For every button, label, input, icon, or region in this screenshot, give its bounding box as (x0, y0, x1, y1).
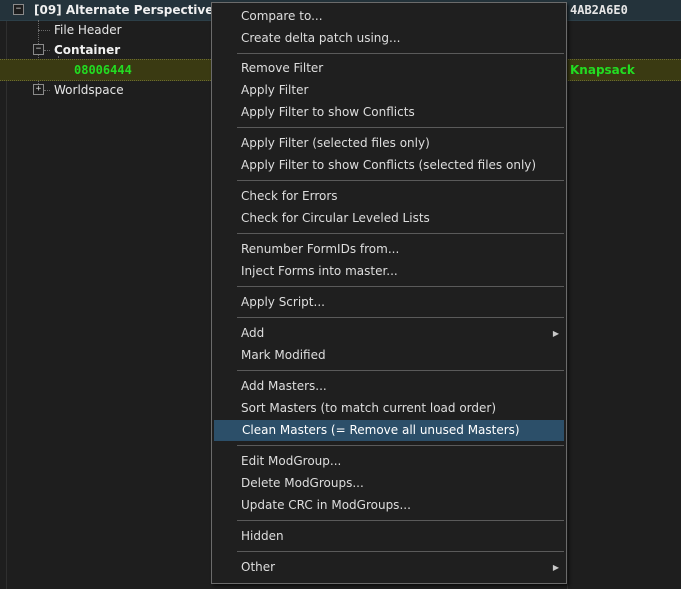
menu-item-apply-filter-conflicts[interactable]: Apply Filter to show Conflicts (213, 102, 565, 123)
menu-separator (237, 551, 564, 552)
plugin-crc: 4AB2A6E0 (570, 3, 628, 17)
menu-item-delete-modgroups[interactable]: Delete ModGroups... (213, 473, 565, 494)
menu-item-clean-masters[interactable]: Clean Masters (= Remove all unused Maste… (214, 420, 564, 441)
menu-item-hidden[interactable]: Hidden (213, 526, 565, 547)
menu-item-check-errors[interactable]: Check for Errors (213, 186, 565, 207)
menu-separator (237, 445, 564, 446)
menu-separator (237, 317, 564, 318)
submenu-arrow-icon: ▶ (552, 563, 559, 572)
menu-item-update-crc[interactable]: Update CRC in ModGroups... (213, 495, 565, 516)
menu-item-create-delta-patch[interactable]: Create delta patch using... (213, 28, 565, 49)
menu-item-mark-modified[interactable]: Mark Modified (213, 345, 565, 366)
grid-line (567, 20, 568, 589)
menu-separator (237, 127, 564, 128)
menu-item-check-circular-leveled-lists[interactable]: Check for Circular Leveled Lists (213, 208, 565, 229)
menu-item-apply-filter[interactable]: Apply Filter (213, 80, 565, 101)
menu-item-apply-filter-conflicts-selected[interactable]: Apply Filter to show Conflicts (selected… (213, 155, 565, 176)
menu-item-apply-filter-selected[interactable]: Apply Filter (selected files only) (213, 133, 565, 154)
tree-item-label: File Header (54, 23, 122, 37)
grid-line (6, 20, 7, 589)
menu-item-edit-modgroup[interactable]: Edit ModGroup... (213, 451, 565, 472)
menu-item-remove-filter[interactable]: Remove Filter (213, 58, 565, 79)
context-menu: Compare to... Create delta patch using..… (211, 2, 567, 584)
tree-item-label: Worldspace (54, 83, 124, 97)
menu-separator (237, 180, 564, 181)
menu-item-add[interactable]: Add ▶ (213, 323, 565, 344)
menu-item-apply-script[interactable]: Apply Script... (213, 292, 565, 313)
menu-separator (237, 233, 564, 234)
record-name: Knapsack (570, 63, 635, 77)
menu-item-add-masters[interactable]: Add Masters... (213, 376, 565, 397)
submenu-arrow-icon: ▶ (552, 329, 559, 338)
form-id: 08006444 (74, 63, 132, 77)
menu-item-sort-masters[interactable]: Sort Masters (to match current load orde… (213, 398, 565, 419)
menu-separator (237, 286, 564, 287)
menu-item-other[interactable]: Other ▶ (213, 557, 565, 578)
menu-item-inject-forms[interactable]: Inject Forms into master... (213, 261, 565, 282)
menu-separator (237, 520, 564, 521)
menu-item-renumber-formids[interactable]: Renumber FormIDs from... (213, 239, 565, 260)
menu-separator (237, 53, 564, 54)
tree-item-label: Container (54, 43, 121, 57)
collapse-icon[interactable]: − (13, 4, 24, 15)
menu-item-compare-to[interactable]: Compare to... (213, 6, 565, 27)
expand-icon[interactable]: + (33, 84, 44, 95)
collapse-icon[interactable]: − (33, 44, 44, 55)
menu-separator (237, 370, 564, 371)
